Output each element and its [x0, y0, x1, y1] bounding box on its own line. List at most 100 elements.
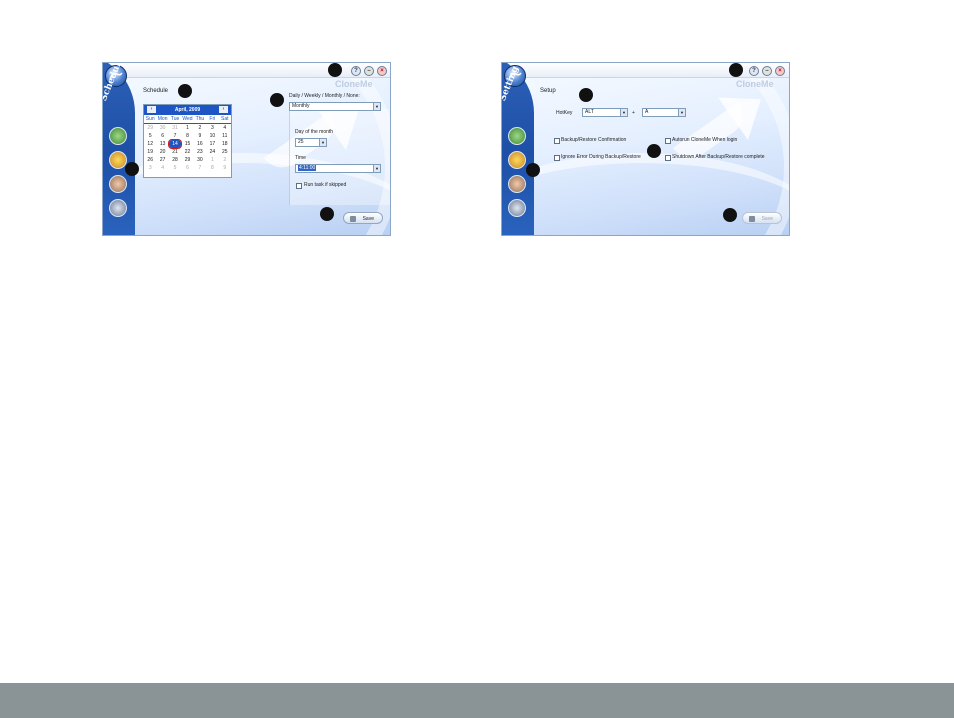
schedule-window: CloneMe Schedule ? – × Schedule ‹ April,…	[102, 62, 391, 236]
run-if-skipped-checkbox[interactable]	[296, 183, 302, 189]
hotkey-modifier-select[interactable]: ALT ▼	[582, 108, 628, 117]
callout-marker	[526, 163, 540, 177]
calendar-day[interactable]: 2	[194, 124, 206, 132]
time-field[interactable]: 4:11:00 ▼	[295, 164, 381, 173]
calendar-day[interactable]: 17	[206, 140, 218, 148]
calendar-day[interactable]: 25	[219, 148, 231, 156]
calendar-day[interactable]: 9	[219, 164, 231, 172]
callout-marker	[178, 84, 192, 98]
calendar-day[interactable]: 22	[181, 148, 193, 156]
close-button[interactable]: ×	[775, 66, 785, 76]
time-label: Time	[295, 155, 306, 161]
calendar-day[interactable]: 7	[194, 164, 206, 172]
calendar-day[interactable]: 30	[156, 124, 168, 132]
footer-bar	[0, 683, 954, 718]
help-button[interactable]: ?	[749, 66, 759, 76]
calendar-day[interactable]: 10	[206, 132, 218, 140]
calendar-weekday: Sat	[220, 116, 229, 122]
shutdown-after-checkbox[interactable]	[665, 155, 671, 161]
calendar-day[interactable]: 15	[181, 140, 193, 148]
calendar-day[interactable]: 13	[156, 140, 168, 148]
backup-icon[interactable]	[109, 127, 127, 145]
calendar-day[interactable]: 27	[156, 156, 168, 164]
calendar-day[interactable]: 18	[219, 140, 231, 148]
hotkey-modifier-value: ALT	[585, 109, 594, 115]
calendar-day[interactable]: 1	[181, 124, 193, 132]
callout-marker	[328, 63, 342, 77]
save-button[interactable]: Save	[343, 212, 383, 224]
time-value: 4:11:00	[298, 165, 317, 171]
title-bar	[502, 63, 789, 78]
calendar-day[interactable]: 24	[206, 148, 218, 156]
calendar-day[interactable]: 28	[169, 156, 181, 164]
chevron-down-icon[interactable]: ▼	[373, 165, 380, 172]
shutdown-after-label: Shutdown After Backup/Restore complete	[672, 154, 765, 160]
calendar-day[interactable]: 6	[156, 132, 168, 140]
calendar-day[interactable]: 31	[169, 124, 181, 132]
save-button[interactable]: Save	[742, 212, 782, 224]
ignore-error-label: Ignore Error During Backup/Restore	[561, 154, 641, 160]
settings-icon[interactable]	[109, 199, 127, 217]
settings-icon[interactable]	[508, 199, 526, 217]
day-of-month-label: Day of the month	[295, 129, 334, 135]
calendar-header: ‹ April, 2009 ›	[144, 105, 231, 115]
calendar-day[interactable]: 30	[194, 156, 206, 164]
callout-marker	[723, 208, 737, 222]
run-if-skipped-label: Run task if skipped	[304, 182, 347, 188]
calendar-day[interactable]: 8	[181, 132, 193, 140]
calendar-day[interactable]: 29	[144, 124, 156, 132]
close-button[interactable]: ×	[377, 66, 387, 76]
frequency-select[interactable]: Monthly ▼	[289, 102, 381, 111]
calendar-prev-button[interactable]: ‹	[147, 106, 156, 113]
calendar-day[interactable]: 20	[156, 148, 168, 156]
calendar-next-button[interactable]: ›	[219, 106, 228, 113]
calendar-weekday: Fri	[209, 116, 216, 122]
schedule-icon[interactable]	[508, 151, 526, 169]
section-label: Schedule	[143, 88, 169, 94]
title-bar	[103, 63, 390, 78]
calendar-day[interactable]: 8	[206, 164, 218, 172]
calendar[interactable]: ‹ April, 2009 › Sun Mon Tue Wed Thu Fri Sat 29…	[143, 104, 232, 178]
calendar-day[interactable]: 14	[167, 139, 183, 149]
restore-icon[interactable]	[109, 175, 127, 193]
calendar-day[interactable]: 3	[206, 124, 218, 132]
calendar-day[interactable]: 19	[144, 148, 156, 156]
settings-window: CloneMe Setting ? – × Setup HotKey ALT ▼…	[501, 62, 790, 236]
calendar-day[interactable]: 21	[169, 148, 181, 156]
calendar-day[interactable]: 2	[219, 156, 231, 164]
ignore-error-checkbox[interactable]	[554, 155, 560, 161]
calendar-day[interactable]: 7	[169, 132, 181, 140]
hotkey-key-select[interactable]: A ▼	[642, 108, 686, 117]
chevron-down-icon[interactable]: ▼	[373, 103, 380, 110]
callout-marker	[579, 88, 593, 102]
autorun-checkbox[interactable]	[665, 138, 671, 144]
calendar-day[interactable]: 16	[194, 140, 206, 148]
calendar-day[interactable]: 6	[181, 164, 193, 172]
calendar-day[interactable]: 11	[219, 132, 231, 140]
calendar-day[interactable]: 23	[194, 148, 206, 156]
calendar-day[interactable]: 29	[181, 156, 193, 164]
calendar-day[interactable]: 9	[194, 132, 206, 140]
callout-marker	[125, 162, 139, 176]
calendar-day[interactable]: 5	[144, 132, 156, 140]
calendar-weekday: Sun	[145, 116, 155, 122]
minimize-button[interactable]: –	[762, 66, 772, 76]
calendar-day[interactable]: 3	[144, 164, 156, 172]
calendar-day[interactable]: 26	[144, 156, 156, 164]
chevron-down-icon[interactable]: ▼	[678, 109, 685, 116]
calendar-day[interactable]: 4	[156, 164, 168, 172]
calendar-day[interactable]: 4	[219, 124, 231, 132]
restore-icon[interactable]	[508, 175, 526, 193]
calendar-weekday: Tue	[170, 116, 180, 122]
calendar-day[interactable]: 1	[206, 156, 218, 164]
chevron-down-icon[interactable]: ▼	[620, 109, 627, 116]
callout-marker	[647, 144, 661, 158]
chevron-down-icon[interactable]: ▼	[319, 139, 326, 146]
calendar-day[interactable]: 12	[144, 140, 156, 148]
backup-icon[interactable]	[508, 127, 526, 145]
minimize-button[interactable]: –	[364, 66, 374, 76]
help-button[interactable]: ?	[351, 66, 361, 76]
calendar-day[interactable]: 5	[169, 164, 181, 172]
backup-restore-confirmation-checkbox[interactable]	[554, 138, 560, 144]
day-of-month-select[interactable]: 25 ▼	[295, 138, 327, 147]
